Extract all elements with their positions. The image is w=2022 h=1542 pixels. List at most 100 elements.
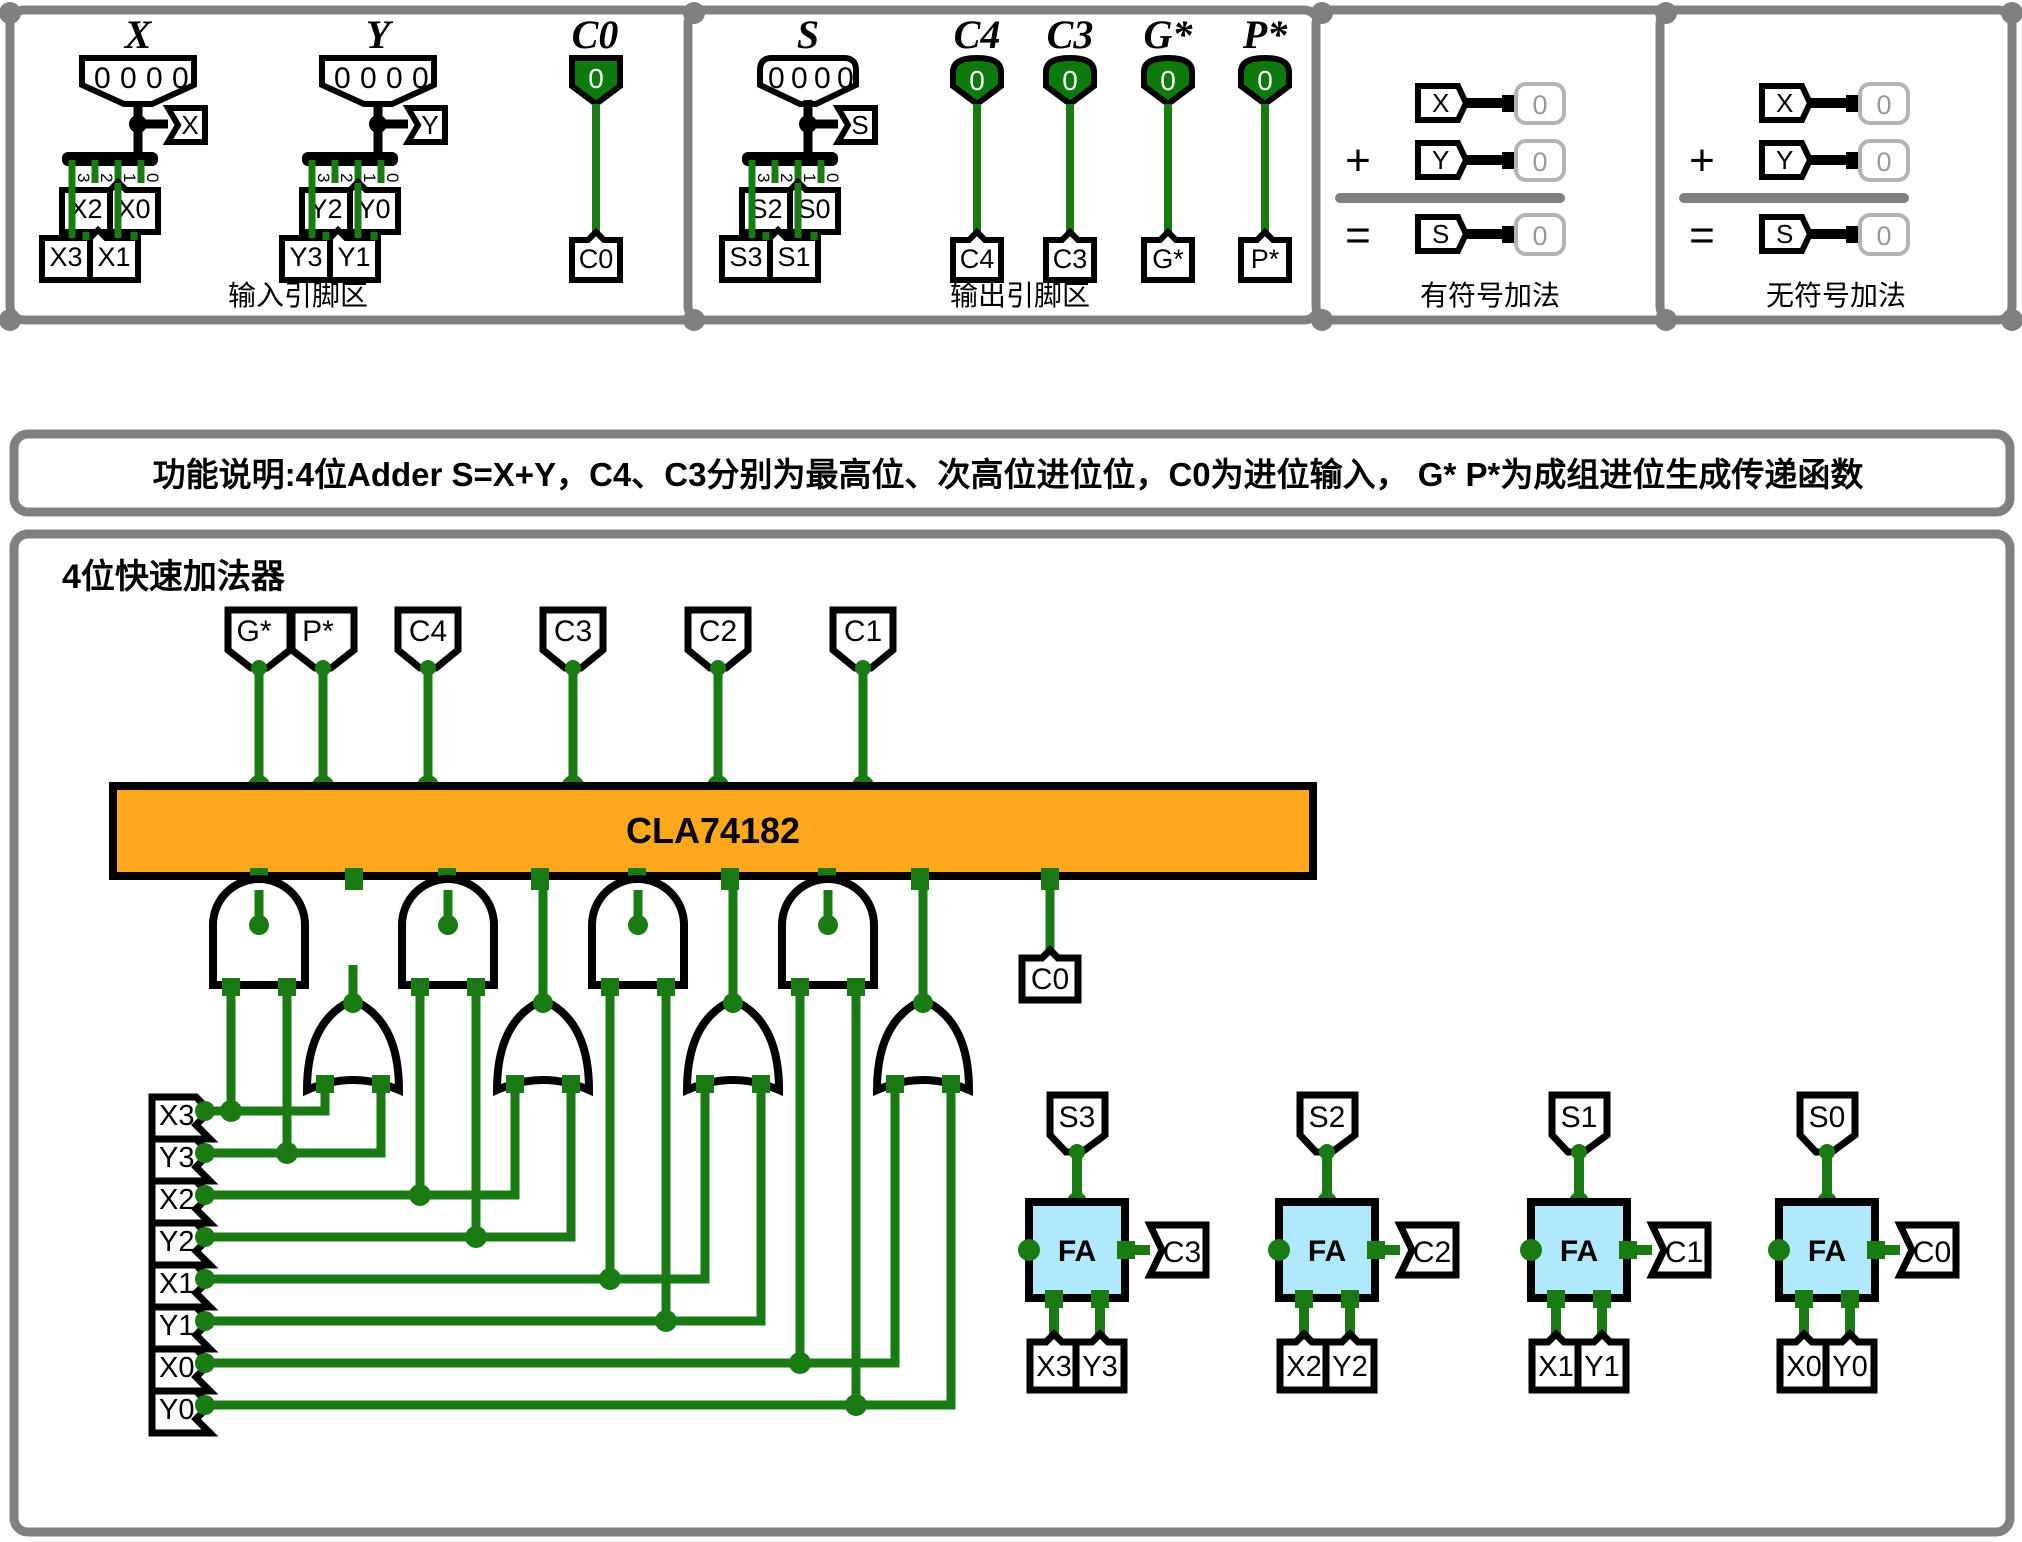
pin-x3-label: X3	[49, 242, 82, 272]
wire-node	[251, 660, 267, 676]
fa0-in-b-label: Y0	[1832, 1351, 1867, 1383]
panel-anchor-dot	[0, 309, 21, 331]
and-gate-4[interactable]	[778, 875, 878, 996]
pstar-led-value: 0	[1257, 65, 1273, 96]
and-gate-1[interactable]	[209, 875, 309, 996]
wire-node	[710, 660, 726, 676]
s-bit-0: 0	[768, 62, 785, 95]
pin-x1-label: X1	[97, 242, 130, 272]
wire-node	[276, 1142, 298, 1164]
pin-y1-label: Y1	[337, 242, 370, 272]
pin-label-y2: Y2	[159, 1226, 194, 1258]
or-gate-2-in-a	[506, 1075, 524, 1093]
pin-y0-label: Y0	[357, 194, 390, 224]
and-gate-3[interactable]	[588, 875, 688, 996]
gstar-led-value: 0	[1160, 65, 1176, 96]
c3-title: C3	[1047, 12, 1094, 57]
pin-node	[195, 1353, 215, 1373]
fa0-label: FA	[1808, 1235, 1846, 1268]
fa2-carry-pin-label: C2	[1413, 1236, 1451, 1269]
wire-node	[1819, 1144, 1835, 1160]
gstar-pin-label: G*	[1152, 244, 1184, 274]
signed-divider-line	[1335, 193, 1565, 203]
pin-label-x3: X3	[159, 1100, 194, 1132]
wire-node	[438, 915, 458, 935]
signed-s-value: 0	[1532, 221, 1547, 251]
signed-x-value: 0	[1532, 90, 1547, 120]
or-gate-4-in-a	[886, 1075, 904, 1093]
circuit-diagram-svg: X 0 0 0 0 X 3 2 1 0 X2 X0 X3 X1 Y 0 0 0 …	[0, 2, 2022, 1537]
wire-node	[1571, 1144, 1587, 1160]
and-gate-4-in-a	[791, 978, 809, 996]
pin-label-y0: Y0	[159, 1394, 194, 1426]
signed-s-tunnel-label: S	[1432, 219, 1449, 249]
wire-node	[409, 1184, 431, 1206]
c4-led-value: 0	[969, 65, 985, 96]
unsigned-s-tunnel-label: S	[1776, 219, 1793, 249]
input-group-x-title: X	[123, 12, 153, 57]
wire-node	[855, 660, 871, 676]
and-gate-2[interactable]	[398, 875, 498, 996]
x-bit-2: 0	[146, 62, 163, 95]
fa1-in-a-label: X1	[1538, 1351, 1573, 1383]
panel-anchor-dot	[683, 309, 705, 331]
fa2-carry-out-node	[1268, 1239, 1290, 1261]
fa3-in-a-label: X3	[1036, 1351, 1071, 1383]
fa0-sum-pin-label: S0	[1809, 1101, 1846, 1134]
panel-anchor-dot	[2001, 2, 2022, 24]
output-group-s-title: S	[797, 12, 819, 57]
circuit-pin-pstar-label: P*	[302, 615, 334, 648]
unsigned-y-value: 0	[1876, 147, 1891, 177]
or-gate-4-in-b	[942, 1075, 960, 1093]
unsigned-equals-op: =	[1689, 211, 1715, 260]
or-gate-2-in-b	[562, 1075, 580, 1093]
pin-node	[195, 1143, 215, 1163]
s-bit-1: 0	[791, 62, 808, 95]
signed-x-tunnel-label: X	[1432, 88, 1449, 118]
signed-y-tunnel-label: Y	[1432, 145, 1449, 175]
or-gate-1-in-b	[372, 1075, 390, 1093]
unsigned-x-value: 0	[1876, 90, 1891, 120]
description-bar-text: 功能说明:4位Adder S=X+Y，C4、C3分别为最高位、次高位进位位，C0…	[153, 456, 1865, 493]
panel-anchor-dot	[1655, 309, 1677, 331]
circuit-pin-c2-label: C2	[699, 615, 737, 648]
y-splitter-index-3: 3	[314, 173, 333, 182]
cla-block[interactable]: CLA74182	[109, 782, 1317, 880]
wire-node	[1069, 1144, 1085, 1160]
cla-stub	[345, 868, 363, 890]
wire-node	[343, 993, 363, 1013]
output-area-caption: 输出引脚区	[950, 280, 1090, 311]
c0-circuit-pin-label: C0	[1031, 963, 1069, 996]
panel-anchor-dot	[2001, 309, 2022, 331]
c3-led-value: 0	[1062, 65, 1078, 96]
panel-anchor-dot	[1311, 309, 1333, 331]
wire-node	[655, 1310, 677, 1332]
fa1-sum-pin-label: S1	[1561, 1101, 1598, 1134]
pin-label-x2: X2	[159, 1184, 194, 1216]
cla-block-label: CLA74182	[626, 810, 800, 851]
s-tunnel-label: S	[851, 110, 868, 140]
wire-node	[599, 1268, 621, 1290]
wire-node	[913, 993, 933, 1013]
wire-node	[628, 915, 648, 935]
pin-s0-label: S0	[797, 194, 830, 224]
cla-stub	[911, 868, 929, 890]
fa1-label: FA	[1560, 1235, 1598, 1268]
fa0-carry-pin-label: C0	[1913, 1236, 1951, 1269]
y-bit-1: 0	[360, 62, 377, 95]
x-splitter-index-2: 2	[97, 173, 116, 182]
fa3-label: FA	[1058, 1235, 1096, 1268]
panel-anchor-dot	[683, 2, 705, 24]
signed-y-value: 0	[1532, 147, 1547, 177]
wire-node	[818, 915, 838, 935]
signed-plus-op: +	[1345, 136, 1371, 185]
unsigned-add-caption: 无符号加法	[1766, 280, 1906, 311]
x-splitter-index-1: 1	[120, 173, 139, 182]
wire-node	[220, 1100, 242, 1122]
wire-node	[723, 993, 743, 1013]
fa1-in-b-label: Y1	[1584, 1351, 1619, 1383]
s-splitter-index-2: 2	[777, 173, 796, 182]
and-gate-3-in-b	[657, 978, 675, 996]
and-gate-2-in-a	[411, 978, 429, 996]
circuit-pin-c3-label: C3	[554, 615, 592, 648]
